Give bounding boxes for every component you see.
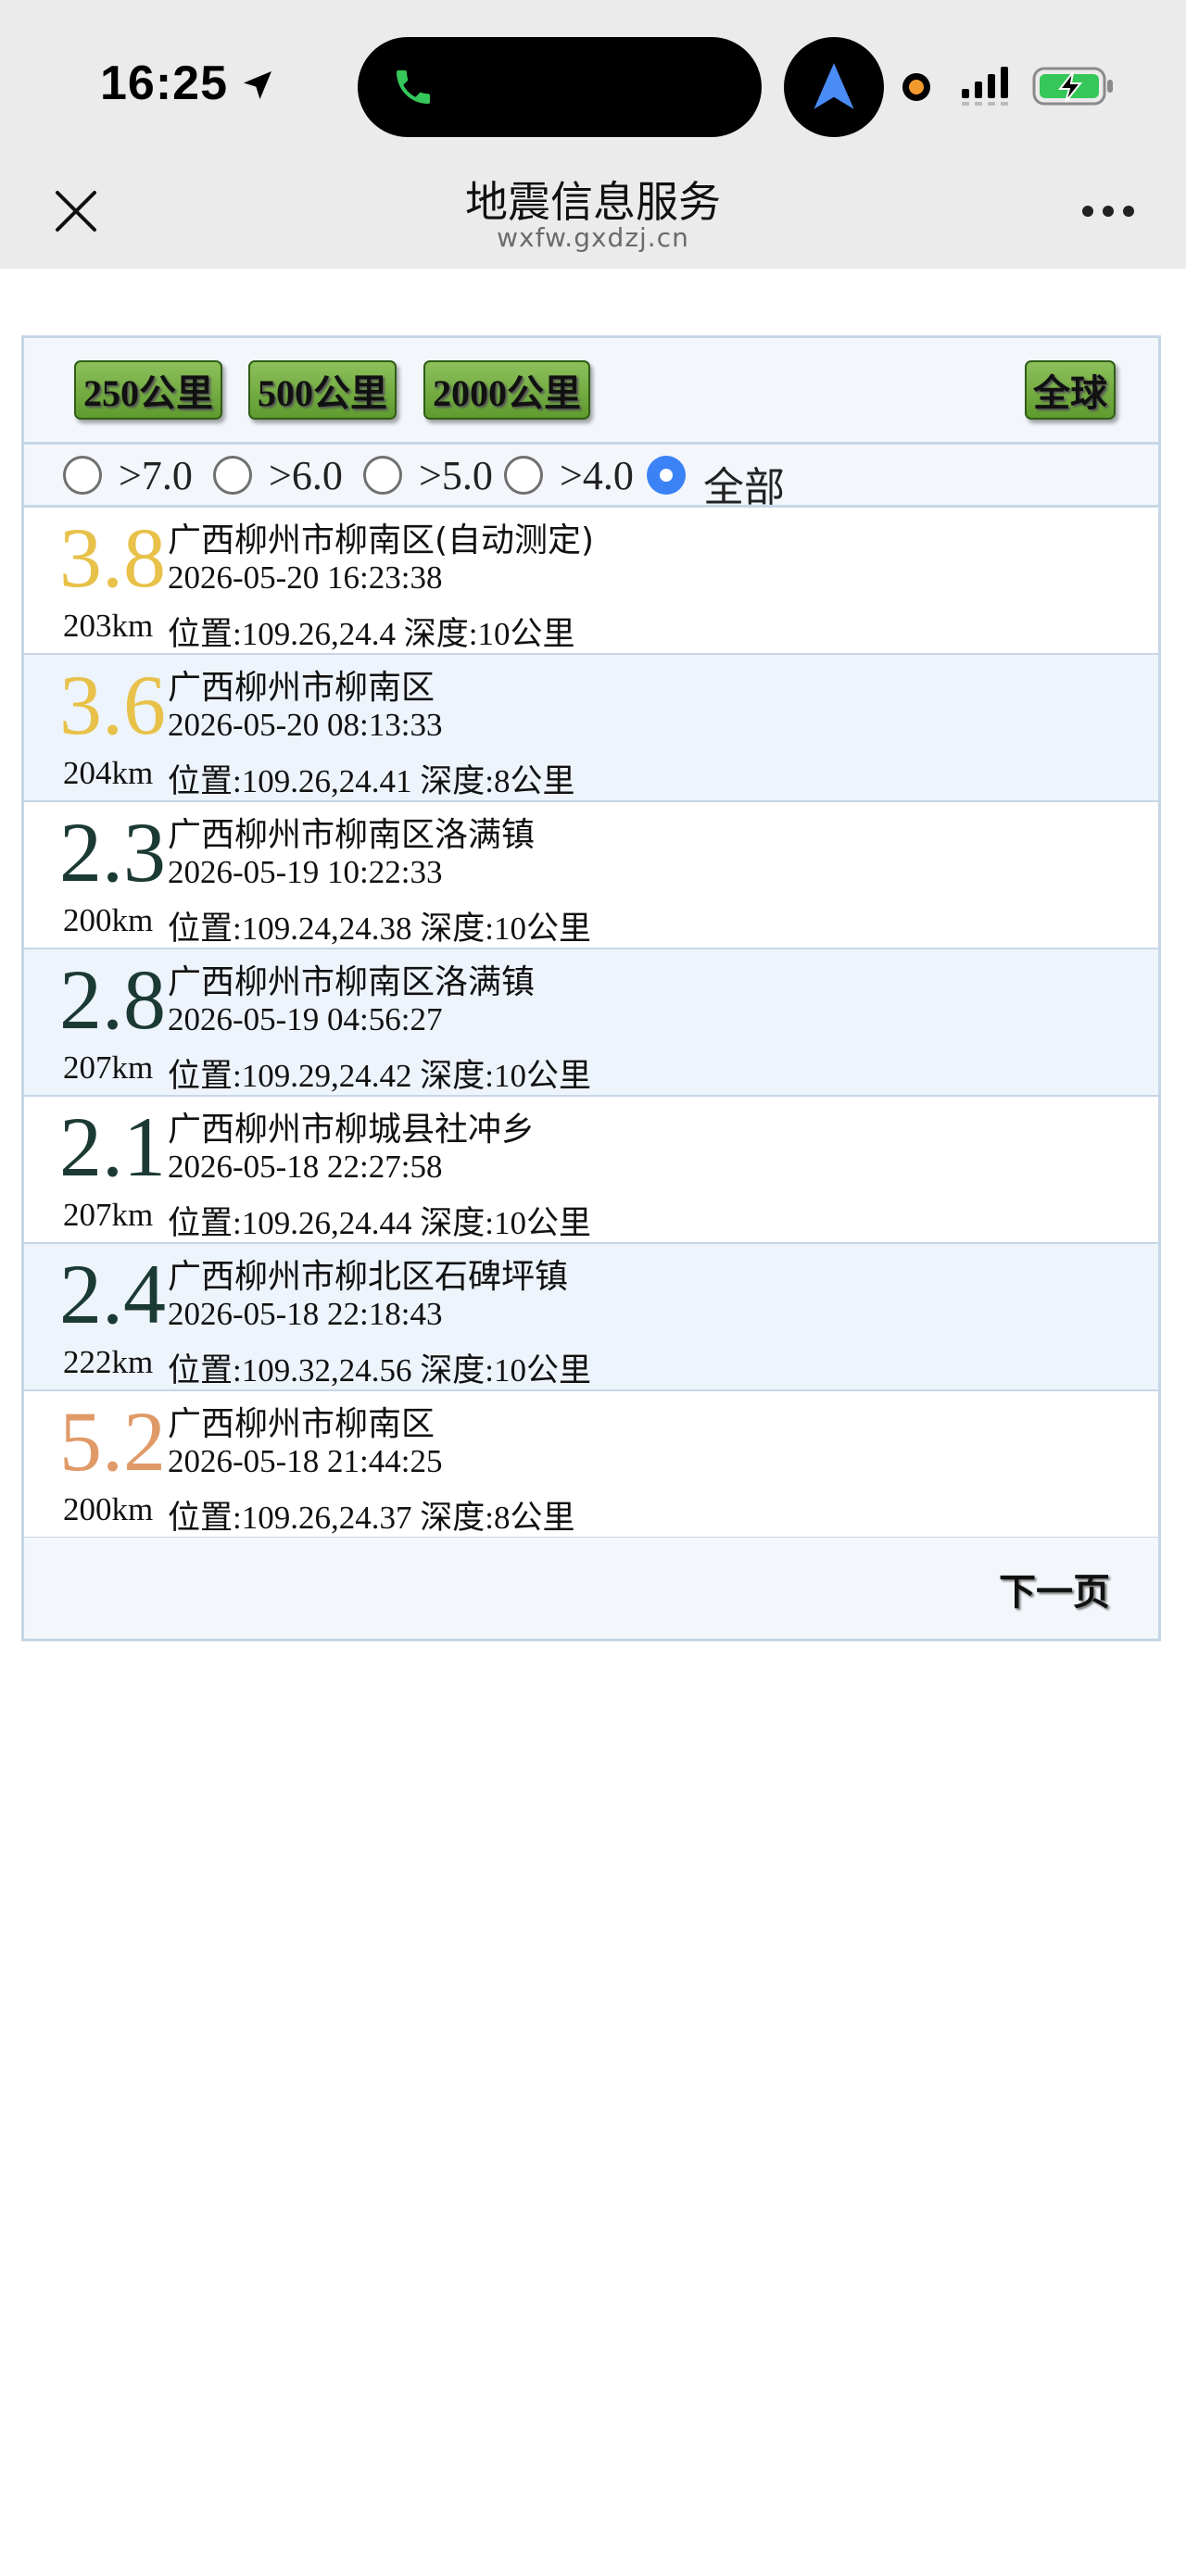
pager: 下一页 (24, 1538, 1158, 1639)
quake-position-depth: 位置:109.32,24.56 深度:10公里 (168, 1352, 591, 1389)
magnitude-filter: >7.0 >6.0 >5.0 >4.0 全部 (24, 445, 1158, 511)
navigation-bubble[interactable] (784, 37, 884, 137)
magnitude-value: 3.6 (59, 658, 166, 752)
quake-row[interactable]: 2.8 广西柳州市柳南区洛满镇 2026-05-19 04:56:27 207k… (24, 949, 1158, 1098)
quake-distance: 203km (63, 608, 154, 644)
quake-location: 广西柳州市柳南区洛满镇 (168, 963, 536, 1001)
dynamic-island[interactable] (358, 37, 762, 137)
filter-all-radio[interactable] (647, 456, 686, 495)
quake-row[interactable]: 2.4 广西柳州市柳北区石碑坪镇 2026-05-18 22:18:43 222… (24, 1244, 1158, 1392)
quake-distance: 200km (63, 902, 154, 938)
quake-position-depth: 位置:109.26,24.4 深度:10公里 (168, 616, 575, 652)
quake-time: 2026-05-18 21:44:25 (168, 1443, 443, 1479)
quake-distance: 200km (63, 1491, 154, 1527)
quake-distance: 207km (63, 1197, 154, 1233)
quake-location: 广西柳州市柳城县社冲乡 (168, 1111, 536, 1149)
quake-row[interactable]: 3.6 广西柳州市柳南区 2026-05-20 08:13:33 204km 位… (24, 655, 1158, 803)
quake-location: 广西柳州市柳南区洛满镇 (168, 816, 536, 854)
quake-position-depth: 位置:109.26,24.37 深度:8公里 (168, 1500, 575, 1536)
filter-gt5-label[interactable]: >5.0 (419, 452, 493, 499)
magnitude-value: 2.3 (59, 805, 166, 899)
navigation-icon (814, 63, 854, 109)
quake-panel: 250公里 500公里 2000公里 全球 >7.0 >6.0 >5.0 >4.… (21, 335, 1161, 1641)
filter-gt5-radio[interactable] (363, 456, 402, 495)
filter-gt7-radio[interactable] (63, 456, 102, 495)
title-bar: 地震信息服务 wxfw.gxdzj.cn (0, 167, 1186, 269)
quake-position-depth: 位置:109.26,24.44 深度:10公里 (168, 1205, 591, 1241)
quake-time: 2026-05-19 10:22:33 (168, 854, 443, 890)
status-time: 16:25 (100, 57, 228, 110)
page-title: 地震信息服务 (465, 177, 721, 227)
quake-row[interactable]: 5.2 广西柳州市柳南区 2026-05-18 21:44:25 200km 位… (24, 1391, 1158, 1539)
quake-location: 广西柳州市柳北区石碑坪镇 (168, 1258, 569, 1296)
quake-location: 广西柳州市柳南区 (168, 669, 435, 707)
quake-time: 2026-05-18 22:27:58 (168, 1149, 443, 1185)
recording-dot-icon (902, 73, 930, 101)
quake-time: 2026-05-20 08:13:33 (168, 707, 443, 743)
magnitude-value: 2.1 (59, 1100, 166, 1194)
location-arrow-icon (244, 71, 271, 99)
filter-gt4-radio[interactable] (504, 456, 543, 495)
filter-gt6-radio[interactable] (213, 456, 252, 495)
magnitude-value: 5.2 (59, 1394, 166, 1489)
range-500-button[interactable]: 500公里 (248, 360, 397, 420)
quake-location: 广西柳州市柳南区 (168, 1405, 435, 1443)
magnitude-value: 3.8 (59, 510, 166, 605)
status-bar: 16:25 (0, 0, 1186, 167)
range-250-button[interactable]: 250公里 (74, 360, 222, 420)
quake-time: 2026-05-18 22:18:43 (168, 1296, 443, 1332)
global-button[interactable]: 全球 (1025, 360, 1116, 420)
quake-position-depth: 位置:109.29,24.42 深度:10公里 (168, 1058, 591, 1094)
more-icon[interactable] (1082, 206, 1138, 219)
quake-position-depth: 位置:109.24,24.38 深度:10公里 (168, 911, 591, 947)
quake-time: 2026-05-19 04:56:27 (168, 1001, 443, 1037)
signal-icon (962, 67, 1008, 106)
quake-row[interactable]: 2.3 广西柳州市柳南区洛满镇 2026-05-19 10:22:33 200k… (24, 802, 1158, 950)
filter-gt7-label[interactable]: >7.0 (119, 452, 193, 499)
quake-position-depth: 位置:109.26,24.41 深度:8公里 (168, 763, 575, 799)
magnitude-value: 2.4 (59, 1247, 166, 1341)
next-page-link[interactable]: 下一页 (999, 1562, 1110, 1615)
quake-distance: 204km (63, 755, 154, 791)
quake-row[interactable]: 2.1 广西柳州市柳城县社冲乡 2026-05-18 22:27:58 207k… (24, 1097, 1158, 1245)
filter-gt6-label[interactable]: >6.0 (269, 452, 343, 499)
filter-gt4-label[interactable]: >4.0 (560, 452, 634, 499)
quake-distance: 222km (63, 1344, 154, 1380)
magnitude-value: 2.8 (59, 952, 166, 1047)
quake-distance: 207km (63, 1049, 154, 1086)
range-toolbar: 250公里 500公里 2000公里 全球 (24, 338, 1158, 445)
filter-all-label[interactable]: 全部 (703, 454, 785, 513)
battery-charging-icon (1032, 67, 1113, 106)
quake-time: 2026-05-20 16:23:38 (168, 559, 443, 596)
quake-location: 广西柳州市柳南区(自动测定) (168, 521, 595, 559)
quake-row[interactable]: 3.8 广西柳州市柳南区(自动测定) 2026-05-20 16:23:38 2… (24, 508, 1158, 656)
page-url: wxfw.gxdzj.cn (497, 222, 689, 253)
phone-icon (397, 70, 430, 104)
range-2000-button[interactable]: 2000公里 (423, 360, 590, 420)
